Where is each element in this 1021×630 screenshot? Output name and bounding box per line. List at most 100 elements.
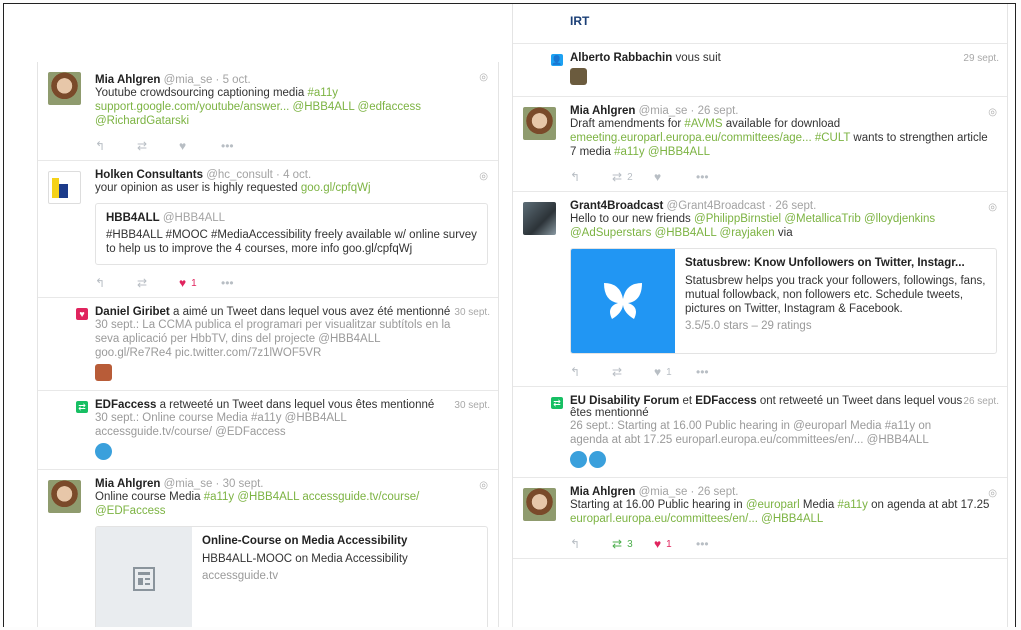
mention[interactable]: @AdSuperstars <box>570 227 651 239</box>
actor-name[interactable]: EDFaccess <box>695 395 756 407</box>
tweet[interactable]: ◎ Mia Ahlgren @mia_se · 26 sept. Startin… <box>513 478 1007 559</box>
hashtag[interactable]: #a11y <box>837 499 867 511</box>
timestamp[interactable]: · 26 sept. <box>691 105 739 117</box>
hashtag[interactable]: #a11y <box>204 491 234 503</box>
mention[interactable]: @EDFaccess <box>95 505 165 517</box>
timestamp[interactable]: 29 sept. <box>963 53 999 64</box>
notification[interactable]: 👤 29 sept. Alberto Rabbachin vous suit <box>513 44 1007 97</box>
mention[interactable]: @HBB4ALL <box>648 146 710 158</box>
avatar[interactable] <box>589 451 606 468</box>
quoted-tweet[interactable]: HBB4ALL @HBB4ALL #HBB4ALL #MOOC #MediaAc… <box>95 203 488 265</box>
caret-icon[interactable]: ◎ <box>988 107 997 118</box>
tweet[interactable]: ◎ Mia Ahlgren @mia_se · 30 sept. Online … <box>38 470 498 627</box>
link-card[interactable]: Online-Course on Media Accessibility HBB… <box>95 526 488 627</box>
author-name[interactable]: Grant4Broadcast <box>570 200 663 212</box>
timestamp[interactable]: 26 sept. <box>963 396 999 407</box>
retweet-icon[interactable]: ⇄ 3 <box>612 537 654 551</box>
mention[interactable]: @HBB4ALL <box>655 227 717 239</box>
timestamp[interactable]: 30 sept. <box>454 400 490 411</box>
hashtag[interactable]: #CULT <box>815 132 850 144</box>
mention[interactable]: @europarl <box>746 499 800 511</box>
author-name[interactable]: Mia Ahlgren <box>95 74 160 86</box>
author-handle[interactable]: @mia_se <box>639 486 688 498</box>
avatar[interactable] <box>570 451 587 468</box>
avatar[interactable] <box>523 202 556 235</box>
avatar[interactable] <box>48 72 81 105</box>
actor-name[interactable]: EDFaccess <box>95 399 156 411</box>
notification[interactable]: ♥ 30 sept. Daniel Giribet a aimé un Twee… <box>38 298 498 391</box>
hashtag[interactable]: #a11y <box>307 87 337 99</box>
tweet[interactable]: ◎ Mia Ahlgren @mia_se · 26 sept. Draft a… <box>513 97 1007 192</box>
notification-detail[interactable]: 30 sept.: La CCMA publica el programari … <box>95 318 458 360</box>
mention[interactable]: @RichardGatarski <box>95 115 189 127</box>
actor-name[interactable]: Daniel Giribet <box>95 306 170 318</box>
actor-name[interactable]: EU Disability Forum <box>570 395 679 407</box>
heart-icon[interactable]: ♥ <box>654 170 696 184</box>
caret-icon[interactable]: ◎ <box>988 202 997 213</box>
link-card[interactable]: Statusbrew: Know Unfollowers on Twitter,… <box>570 248 997 354</box>
more-icon[interactable]: ••• <box>221 276 263 290</box>
link[interactable]: emeeting.europarl.europa.eu/committees/a… <box>570 132 812 144</box>
reply-icon[interactable]: ↰ <box>570 365 612 379</box>
author-handle[interactable]: @mia_se <box>164 74 213 86</box>
notification-detail[interactable]: 26 sept.: Starting at 16.00 Public heari… <box>570 419 967 447</box>
author-handle[interactable]: @hc_consult <box>206 169 273 181</box>
avatar[interactable] <box>95 364 112 381</box>
timestamp[interactable]: · 4 oct. <box>276 169 311 181</box>
more-icon[interactable]: ••• <box>696 537 738 551</box>
reply-icon[interactable]: ↰ <box>95 276 137 290</box>
timestamp[interactable]: · 26 sept. <box>691 486 739 498</box>
mention[interactable]: @rayjaken <box>720 227 775 239</box>
notification[interactable]: ⇄ 30 sept. EDFaccess a retweeté un Tweet… <box>38 391 498 470</box>
reply-icon[interactable]: ↰ <box>95 139 137 153</box>
mention[interactable]: @lloydjenkins <box>864 213 935 225</box>
timestamp[interactable]: · 26 sept. <box>768 200 816 212</box>
tweet[interactable]: ◎ Mia Ahlgren @mia_se · 5 oct. Youtube c… <box>38 62 498 161</box>
author-name[interactable]: Mia Ahlgren <box>570 105 635 117</box>
avatar[interactable] <box>48 171 81 204</box>
mention[interactable]: @edfaccess <box>358 101 421 113</box>
timestamp[interactable]: · 30 sept. <box>216 478 264 490</box>
author-name[interactable]: Mia Ahlgren <box>570 486 635 498</box>
author-name[interactable]: Holken Consultants <box>95 169 203 181</box>
heart-icon[interactable]: ♥ 1 <box>654 365 696 379</box>
heart-icon[interactable]: ♥ <box>179 139 221 153</box>
retweet-icon[interactable]: ⇄ <box>612 365 654 379</box>
mention[interactable]: @MetallicaTrib <box>784 213 860 225</box>
avatar[interactable] <box>523 107 556 140</box>
notification[interactable]: ⇄ 26 sept. EU Disability Forum et EDFacc… <box>513 387 1007 478</box>
more-icon[interactable]: ••• <box>221 139 263 153</box>
heart-icon[interactable]: ♥ 1 <box>654 537 696 551</box>
hashtag[interactable]: #AVMS <box>684 118 722 130</box>
more-icon[interactable]: ••• <box>696 365 738 379</box>
tweet[interactable]: ◎ Grant4Broadcast @Grant4Broadcast · 26 … <box>513 192 1007 387</box>
author-handle[interactable]: @mia_se <box>639 105 688 117</box>
timestamp[interactable]: · 5 oct. <box>216 74 251 86</box>
caret-icon[interactable]: ◎ <box>479 171 488 182</box>
timestamp[interactable]: 30 sept. <box>454 307 490 318</box>
retweet-icon[interactable]: ⇄ 2 <box>612 170 654 184</box>
author-handle[interactable]: @mia_se <box>164 478 213 490</box>
tweet[interactable]: ◎ Holken Consultants @hc_consult · 4 oct… <box>38 161 498 298</box>
more-icon[interactable]: ••• <box>696 170 738 184</box>
link[interactable]: accessguide.tv/course/ <box>302 491 419 503</box>
caret-icon[interactable]: ◎ <box>988 488 997 499</box>
mention[interactable]: @HBB4ALL <box>237 491 299 503</box>
mention[interactable]: @HBB4ALL <box>293 101 355 113</box>
reply-icon[interactable]: ↰ <box>570 170 612 184</box>
hashtag[interactable]: #a11y <box>614 146 644 158</box>
avatar[interactable] <box>48 480 81 513</box>
avatar[interactable] <box>570 68 587 85</box>
mention[interactable]: @PhilippBirnstiel <box>694 213 781 225</box>
reply-icon[interactable]: ↰ <box>570 537 612 551</box>
actor-name[interactable]: Alberto Rabbachin <box>570 52 672 64</box>
notification-detail[interactable]: 30 sept.: Online course Media #a11y @HBB… <box>95 411 458 439</box>
avatar[interactable] <box>95 443 112 460</box>
link[interactable]: europarl.europa.eu/committees/en/... <box>570 513 758 525</box>
heart-icon[interactable]: ♥ 1 <box>179 276 221 290</box>
avatar[interactable] <box>523 488 556 521</box>
mention[interactable]: @HBB4ALL <box>761 513 823 525</box>
caret-icon[interactable]: ◎ <box>479 480 488 491</box>
link[interactable]: goo.gl/cpfqWj <box>301 182 371 194</box>
caret-icon[interactable]: ◎ <box>479 72 488 83</box>
